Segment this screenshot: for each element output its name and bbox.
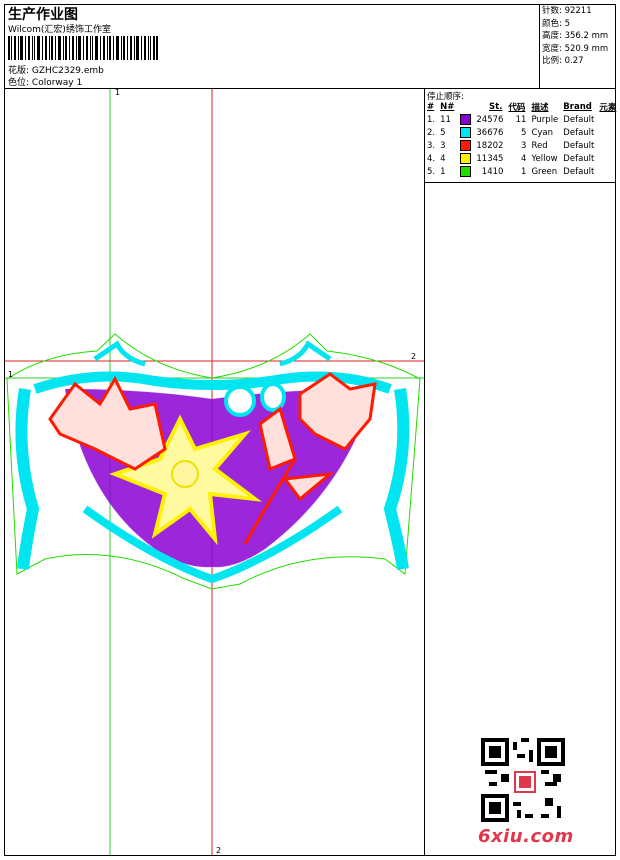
row-code: 5 bbox=[521, 127, 527, 138]
colorway-label: 色位: bbox=[8, 78, 30, 88]
cutout-cyan-2 bbox=[260, 382, 286, 412]
row-code: 11 bbox=[515, 114, 527, 125]
axis-v2-label: 2 bbox=[216, 846, 221, 855]
embroidery-design: 1 2 1 2 bbox=[5, 89, 424, 855]
band-cyan-left bbox=[15, 388, 40, 570]
table-bottom-divider bbox=[424, 182, 616, 183]
stat-height: 高度: 356.2 mm bbox=[542, 31, 609, 41]
row-swatch bbox=[458, 152, 474, 165]
row-brand: Default bbox=[563, 114, 595, 125]
daffodil-center bbox=[171, 460, 199, 488]
sidebar-divider bbox=[424, 88, 425, 856]
row-swatch bbox=[458, 139, 474, 152]
row-index: 1. bbox=[427, 114, 436, 125]
row-desc: Yellow bbox=[531, 153, 558, 164]
row-element bbox=[597, 113, 620, 126]
row-element bbox=[597, 165, 620, 178]
table-row: 4. 4 11345 4 Yellow Default bbox=[425, 152, 620, 165]
cutout-cyan-1 bbox=[224, 385, 256, 417]
band-cyan-right bbox=[383, 388, 410, 570]
row-stitches: 36676 bbox=[476, 127, 504, 138]
row-stitches: 18202 bbox=[476, 140, 504, 151]
stats-block: 针数: 92211 颜色: 5 高度: 356.2 mm 宽度: 520.9 m… bbox=[542, 5, 608, 68]
row-swatch bbox=[458, 126, 474, 139]
color-swatch bbox=[460, 153, 472, 164]
row-code: 1 bbox=[521, 166, 527, 177]
color-swatch bbox=[460, 114, 472, 125]
row-stitches: 24576 bbox=[476, 114, 504, 125]
row-index: 5. bbox=[427, 166, 436, 177]
row-brand: Default bbox=[563, 166, 595, 177]
col-header-brand: Brand bbox=[563, 102, 592, 112]
stat-stitches: 针数: 92211 bbox=[542, 6, 592, 16]
row-index: 2. bbox=[427, 127, 436, 138]
stat-scale: 比例: 0.27 bbox=[542, 56, 584, 66]
stat-colors: 颜色: 5 bbox=[542, 18, 570, 29]
table-row: 3. 3 18202 3 Red Default bbox=[425, 139, 620, 152]
row-needle: 11 bbox=[440, 114, 451, 125]
row-desc: Red bbox=[531, 140, 548, 151]
color-swatch bbox=[460, 140, 472, 151]
table-row: 2. 5 36676 5 Cyan Default bbox=[425, 126, 620, 139]
qr-code bbox=[481, 738, 565, 822]
row-swatch bbox=[458, 165, 474, 178]
row-desc: Cyan bbox=[531, 127, 553, 138]
row-needle: 3 bbox=[440, 140, 446, 151]
table-row: 5. 1 1410 1 Green Default bbox=[425, 165, 620, 178]
col-header-desc: 描述 bbox=[531, 103, 549, 113]
color-swatch bbox=[460, 127, 472, 138]
colorway-row: 色位: Colorway 1 bbox=[8, 75, 82, 88]
row-index: 3. bbox=[427, 140, 436, 151]
row-brand: Default bbox=[563, 127, 595, 138]
company-name: Wilcom(汇宏)绣饰工作室 bbox=[8, 25, 111, 35]
row-needle: 5 bbox=[440, 127, 446, 138]
row-code: 4 bbox=[521, 153, 527, 164]
row-index: 4. bbox=[427, 153, 436, 164]
row-brand: Default bbox=[563, 153, 595, 164]
watermark: 6xiu.com bbox=[478, 826, 574, 847]
table-header-row: # N# St. 代码 描述 Brand 元素 bbox=[425, 101, 620, 113]
page-title: 生产作业图 bbox=[8, 7, 78, 23]
row-needle: 1 bbox=[440, 166, 446, 177]
row-element bbox=[597, 152, 620, 165]
row-desc: Green bbox=[531, 166, 558, 177]
color-swatch bbox=[460, 166, 472, 177]
axis-h2-label: 2 bbox=[411, 352, 416, 361]
col-header-needle: N# bbox=[440, 102, 455, 112]
colorway-value: Colorway 1 bbox=[31, 78, 83, 88]
row-needle: 4 bbox=[440, 153, 446, 164]
row-swatch bbox=[458, 113, 474, 126]
row-code: 3 bbox=[521, 140, 527, 151]
stat-width: 宽度: 520.9 mm bbox=[542, 43, 609, 54]
col-header-stitches: St. bbox=[489, 102, 503, 112]
axis-v1-label: 1 bbox=[115, 89, 120, 97]
row-desc: Purple bbox=[531, 114, 559, 125]
table-row: 1. 11 24576 11 Purple Default bbox=[425, 113, 620, 126]
col-header-element: 元素 bbox=[599, 103, 617, 113]
col-header-code: 代码 bbox=[508, 103, 526, 113]
barcode bbox=[8, 36, 158, 60]
row-element bbox=[597, 126, 620, 139]
axis-h1-label: 1 bbox=[8, 370, 13, 379]
row-brand: Default bbox=[563, 140, 595, 151]
row-element bbox=[597, 139, 620, 152]
col-header-index: # bbox=[427, 102, 435, 112]
row-stitches: 1410 bbox=[481, 166, 504, 177]
stats-divider bbox=[539, 4, 540, 88]
row-stitches: 11345 bbox=[476, 153, 504, 164]
color-sequence-table: # N# St. 代码 描述 Brand 元素 1. 11 24576 11 Purpl… bbox=[425, 101, 620, 178]
